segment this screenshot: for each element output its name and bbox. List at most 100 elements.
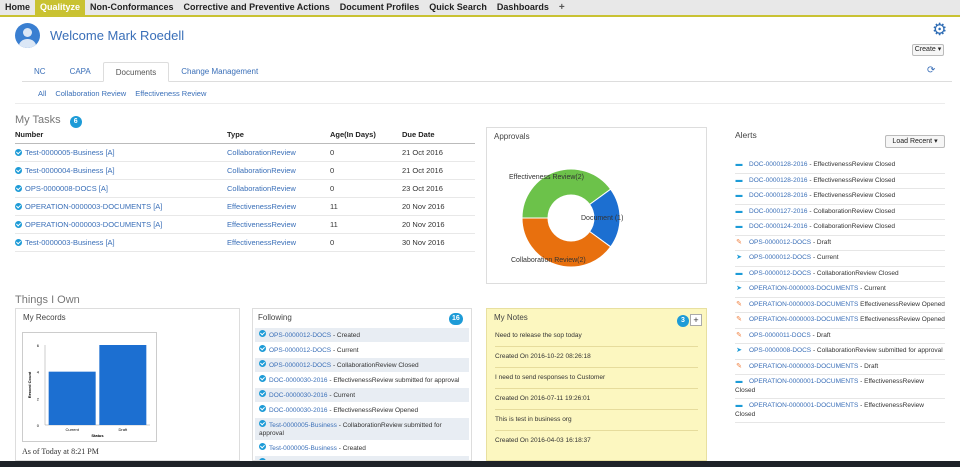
alert-item: ▬ DOC-0000124-2016 - CollaborationReview …	[735, 220, 945, 236]
my-notes-panel: My Notes 3 + Need to release the sop tod…	[486, 308, 707, 461]
check-circle-icon	[15, 239, 22, 246]
alert-link[interactable]: DOC-0000128-2016	[749, 161, 808, 168]
nav-non-conformances[interactable]: Non-Conformances	[85, 0, 179, 15]
alert-link[interactable]: OPS-0000012-DOCS	[749, 239, 811, 246]
alert-text: - Draft	[811, 238, 832, 246]
following-link[interactable]: OPS-0000012-DOCS	[269, 362, 331, 369]
folder-icon: ▬	[735, 223, 743, 230]
following-link[interactable]: DOC-0000030-2016	[269, 407, 328, 414]
following-link[interactable]: DOC-0000030-2016	[269, 377, 328, 384]
alert-item: ✎ OPERATION-0000003-DOCUMENTS Effectivene…	[735, 298, 945, 313]
task-type[interactable]: EffectivenessReview	[227, 202, 330, 211]
alert-text: - Draft	[858, 362, 879, 370]
task-age: 11	[330, 202, 338, 211]
my-records-title: My Records	[23, 313, 66, 322]
add-note-button[interactable]: +	[690, 314, 702, 326]
following-link[interactable]: Test-0000005-Business	[269, 422, 337, 429]
bar[interactable]	[48, 371, 96, 425]
alert-link[interactable]: DOC-0000124-2016	[749, 223, 808, 230]
task-link[interactable]: Test-0000004-Business [A]	[15, 166, 227, 175]
alert-link[interactable]: OPERATION-0000001-DOCUMENTS	[749, 402, 858, 409]
load-recent-button[interactable]: Load Recent ▾	[885, 135, 945, 148]
check-circle-icon	[259, 330, 266, 337]
check-circle-icon	[15, 203, 22, 210]
check-circle-icon	[259, 345, 266, 352]
refresh-icon[interactable]: ⟳	[927, 65, 935, 76]
notes-count-badge: 3	[677, 315, 689, 327]
task-link[interactable]: Test-0000005-Business [A]	[15, 148, 227, 157]
note-created: Created On 2016-04-03 16:18:37	[495, 437, 591, 444]
alert-text: - CollaborationReview Closed	[807, 207, 895, 215]
things-i-own-title: Things I Own	[15, 294, 80, 306]
alert-item: ✎ OPERATION-0000003-DOCUMENTS Effectivene…	[735, 313, 945, 329]
task-link[interactable]: OPS-0000008-DOCS [A]	[15, 184, 227, 193]
y-tick-label: 4	[37, 370, 40, 375]
check-circle-icon	[15, 185, 22, 192]
nav-document-profiles[interactable]: Document Profiles	[335, 0, 425, 15]
alert-text: - EffectivenessReview Closed	[807, 161, 896, 168]
alert-link[interactable]: OPS-0000012-DOCS	[749, 270, 811, 277]
following-title: Following	[253, 309, 471, 326]
following-link[interactable]: OPS-0000012-DOCS	[269, 347, 331, 354]
alert-link[interactable]: OPERATION-0000003-DOCUMENTS	[749, 316, 858, 323]
note-created: Created On 2016-10-22 08:26:18	[495, 353, 591, 360]
table-row: Test-0000005-Business [A] CollaborationRe…	[15, 144, 475, 162]
tab-nc[interactable]: NC	[22, 62, 58, 82]
task-link[interactable]: Test-0000003-Business [A]	[15, 238, 227, 247]
alert-link[interactable]: OPS-0000011-DOCS	[749, 332, 811, 339]
add-tab-icon[interactable]: +	[554, 2, 570, 13]
y-tick-label: 0	[37, 423, 40, 428]
task-link[interactable]: OPERATION-0000003-DOCUMENTS [A]	[15, 202, 227, 211]
check-circle-icon	[15, 149, 22, 156]
alert-link[interactable]: OPERATION-0000001-DOCUMENTS	[749, 378, 858, 385]
check-circle-icon	[259, 375, 266, 382]
alert-text: - Draft	[810, 331, 831, 339]
task-type[interactable]: EffectivenessReview	[227, 238, 330, 247]
subtab-all[interactable]: All	[38, 89, 46, 98]
welcome-header: Welcome Mark Roedell	[15, 23, 184, 48]
nav-dashboards[interactable]: Dashboards	[492, 0, 554, 15]
subtab-effectiveness-review[interactable]: Effectiveness Review	[135, 89, 206, 98]
nav-home[interactable]: Home	[0, 0, 35, 15]
nav-quick-search[interactable]: Quick Search	[424, 0, 492, 15]
nav-qualityze[interactable]: Qualityze	[35, 0, 86, 15]
bar[interactable]	[99, 345, 147, 425]
task-type[interactable]: CollaborationReview	[227, 148, 330, 157]
following-link[interactable]: OPS-0000012-DOCS	[269, 332, 331, 339]
alert-link[interactable]: OPERATION-0000003-DOCUMENTS	[749, 285, 858, 292]
alert-link[interactable]: OPERATION-0000003-DOCUMENTS	[749, 363, 858, 370]
alert-link[interactable]: DOC-0000128-2016	[749, 177, 808, 184]
subtab-collaboration-review[interactable]: Collaboration Review	[55, 89, 126, 98]
task-type[interactable]: CollaborationReview	[227, 166, 330, 175]
tab-change-management[interactable]: Change Management	[169, 62, 270, 82]
alert-link[interactable]: OPS-0000012-DOCS	[749, 254, 811, 261]
check-circle-icon	[259, 360, 266, 367]
note-divider	[495, 388, 698, 389]
task-type[interactable]: CollaborationReview	[227, 184, 330, 193]
task-number: Test-0000003-Business [A]	[25, 238, 115, 247]
task-link[interactable]: OPERATION-0000003-DOCUMENTS [A]	[15, 220, 227, 229]
task-due-date: 21 Oct 2016	[402, 166, 443, 175]
list-item: OPS-0000012-DOCS - Current	[255, 343, 469, 358]
tab-documents[interactable]: Documents	[102, 62, 170, 82]
note-divider	[495, 367, 698, 368]
alert-item: ➤ OPERATION-0000003-DOCUMENTS - Current	[735, 282, 945, 298]
following-link[interactable]: Test-0000005-Business	[269, 445, 337, 452]
x-tick-label: Current	[65, 427, 79, 432]
note-text: I need to send responses to Customer	[495, 374, 606, 381]
gear-icon[interactable]: ⚙	[932, 21, 947, 38]
list-item: DOC-0000030-2016 - EffectivenessReview s…	[255, 373, 469, 388]
alert-link[interactable]: DOC-0000128-2016	[749, 192, 808, 199]
alert-item: ▬ OPERATION-0000001-DOCUMENTS - Effective…	[735, 399, 945, 423]
task-type[interactable]: EffectivenessReview	[227, 220, 330, 229]
alerts-panel: Alerts Load Recent ▾ ▬ DOC-0000128-2016 -…	[735, 130, 945, 423]
alert-link[interactable]: OPERATION-0000003-DOCUMENTS	[749, 301, 858, 308]
alert-link[interactable]: DOC-0000127-2016	[749, 208, 808, 215]
nav-capa[interactable]: Corrective and Preventive Actions	[179, 0, 335, 15]
following-link[interactable]: DOC-0000030-2016	[269, 392, 328, 399]
note-divider	[495, 409, 698, 410]
folder-icon: ▬	[735, 378, 743, 385]
tab-capa[interactable]: CAPA	[58, 62, 103, 82]
create-button[interactable]: Create ▾	[912, 44, 944, 56]
alert-link[interactable]: OPS-0000008-DOCS	[749, 347, 811, 354]
